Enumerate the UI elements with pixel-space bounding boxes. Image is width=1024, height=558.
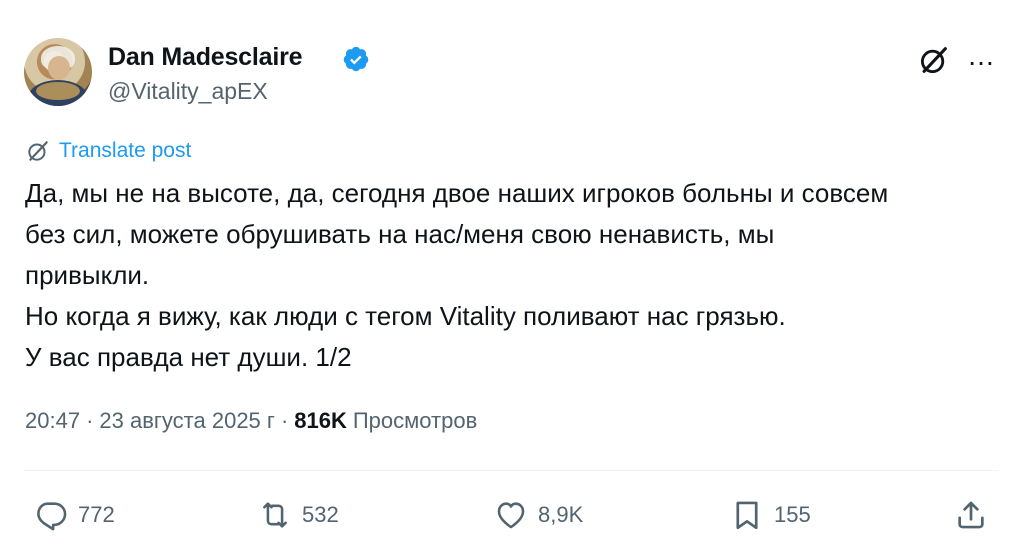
like-button[interactable]: 8,9K [494,488,583,542]
divider [24,470,998,471]
post-text: Да, мы не на высоте, да, сегодня двое на… [25,173,985,378]
views-label: Просмотров [352,408,478,433]
more-options-button[interactable]: … [967,42,1003,70]
views-count[interactable]: 816K [294,408,347,434]
post-meta: 20:47 · 23 августа 2025 г · 816K Просмот… [25,408,477,434]
avatar[interactable] [24,38,92,106]
grok-slash-icon [28,141,48,161]
bookmark-count: 155 [774,502,811,527]
post-time[interactable]: 20:47 [25,408,80,434]
bookmark-icon [736,501,758,530]
like-count: 8,9K [538,502,584,527]
post-line: Но когда я вижу, как люди с тегом Vitali… [25,301,786,331]
verified-badge-icon [343,46,369,72]
reply-icon [37,502,67,531]
meta-separator: · [280,408,289,433]
post-line: без сил, можете обрушивать на нас/меня с… [25,219,775,249]
heart-icon [497,502,525,529]
bookmark-button[interactable]: 155 [730,488,811,542]
retweet-count: 532 [302,502,339,527]
share-icon [958,501,984,529]
retweet-icon [263,502,287,528]
post-line: привыкли. [25,260,150,290]
meta-separator: · [86,408,94,433]
post-line: Да, мы не на высоте, да, сегодня двое на… [25,178,889,208]
translate-post-link[interactable]: Translate post [25,137,191,165]
author-handle[interactable]: @Vitality_apEX [108,78,268,105]
author-name[interactable]: Dan Madesclaire [108,43,303,72]
action-bar: 772 532 8,9K 155 [24,488,998,542]
reply-count: 772 [78,502,115,527]
translate-label: Translate post [59,139,192,162]
share-button[interactable] [954,488,988,542]
post-line: У вас правда нет души. 1/2 [25,342,352,372]
post-date[interactable]: 23 августа 2025 г [99,408,275,434]
grok-slash-icon[interactable] [917,43,951,77]
retweet-button[interactable]: 532 [258,488,339,542]
reply-button[interactable]: 772 [34,488,115,542]
post-header: Dan Madesclaire @Vitality_apEX … [24,38,1000,110]
